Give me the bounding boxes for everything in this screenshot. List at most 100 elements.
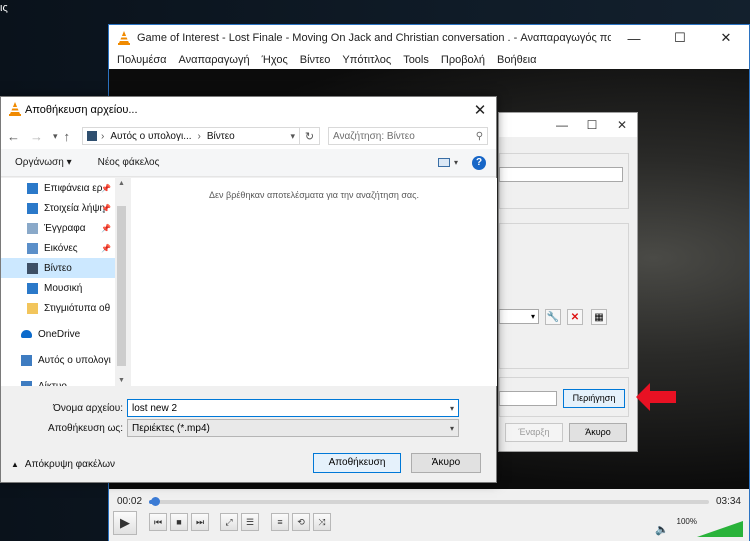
breadcrumb-chevron-icon: › — [197, 130, 201, 142]
volume-slider[interactable] — [697, 521, 743, 537]
sidebar-item[interactable]: Στοιχεία λήψη 📌 — [1, 198, 129, 218]
edit-profile-wrench-icon[interactable]: 🔧 — [545, 309, 561, 325]
convert-maximize-button[interactable]: ☐ — [577, 118, 607, 132]
pin-icon: 📌 — [101, 183, 111, 193]
sidebar-item[interactable]: Στιγμιότυπα οθ — [1, 298, 129, 318]
savetype-value: Περιέκτες (*.mp4) — [132, 422, 210, 434]
start-button[interactable]: Έναρξη — [505, 423, 563, 442]
breadcrumb-this-pc[interactable]: Αυτός ο υπολογι... — [110, 131, 191, 142]
sidebar-item-label: Δίκτυο — [38, 380, 67, 387]
loop-button[interactable]: ⟲ — [292, 513, 310, 531]
address-bar[interactable]: › Αυτός ο υπολογι... › Βίντεο ▾ — [82, 127, 301, 145]
red-arrow-annotation — [636, 383, 676, 411]
save-close-button[interactable]: ✕ — [464, 101, 496, 119]
savetype-dropdown-icon[interactable]: ▾ — [450, 424, 454, 433]
sidebar-item[interactable]: Εικόνες 📌 — [1, 238, 129, 258]
convert-close-button[interactable]: ✕ — [607, 118, 637, 132]
download-icon — [27, 202, 38, 214]
delete-profile-icon[interactable]: ✕ — [567, 309, 583, 325]
menu-help[interactable]: Βοήθεια — [497, 54, 536, 66]
sidebar-scrollbar[interactable]: ▲ ▼ — [115, 178, 129, 386]
vlc-cone-icon — [117, 31, 131, 45]
stop-button[interactable]: ■ — [170, 513, 188, 531]
new-profile-icon[interactable]: ▦ — [591, 309, 607, 325]
menu-view[interactable]: Προβολή — [441, 54, 485, 66]
sidebar-item[interactable]: Επιφάνεια ερ 📌 — [1, 178, 129, 198]
save-button[interactable]: Αποθήκευση — [313, 453, 401, 473]
dialog-toolbar: Οργάνωση ▾ Νέος φάκελος ▾ ? — [1, 149, 496, 177]
hide-folders-toggle[interactable]: ▲ Απόκρυψη φακέλων — [11, 459, 115, 470]
sidebar-item[interactable]: Βίντεο — [1, 258, 129, 278]
sidebar-item[interactable]: Δίκτυο — [1, 376, 129, 386]
sidebar-item[interactable]: Μουσική — [1, 278, 129, 298]
filename-input[interactable]: lost new 2 ▾ — [127, 399, 459, 417]
view-options-icon[interactable] — [437, 158, 450, 167]
chevron-up-icon: ▲ — [11, 460, 19, 469]
address-dropdown-icon[interactable]: ▾ — [291, 131, 296, 142]
organize-button[interactable]: Οργάνωση ▾ — [15, 157, 72, 168]
menu-media[interactable]: Πολυμέσα — [117, 54, 167, 66]
sidebar-item[interactable]: Έγγραφα 📌 — [1, 218, 129, 238]
sidebar-item[interactable]: OneDrive — [1, 324, 129, 344]
convert-minimize-button[interactable]: — — [547, 118, 577, 132]
scroll-down-icon[interactable]: ▼ — [118, 377, 125, 384]
browse-button[interactable]: Περιήγηση — [563, 389, 625, 408]
previous-button[interactable]: ⏮ — [149, 513, 167, 531]
network-icon — [21, 380, 32, 386]
volume-percent: 100% — [676, 517, 697, 526]
profile-select[interactable]: ▾ — [499, 309, 539, 324]
filename-dropdown-icon[interactable]: ▾ — [450, 404, 454, 413]
save-dialog-title: Αποθήκευση αρχείου... — [25, 104, 138, 116]
sidebar-item-label: OneDrive — [38, 328, 81, 340]
sidebar-item[interactable]: Αυτός ο υπολογι — [1, 350, 129, 370]
back-arrow-icon[interactable]: ← — [7, 129, 20, 144]
convert-cancel-button[interactable]: Άκυρο — [569, 423, 627, 442]
scroll-up-icon[interactable]: ▲ — [118, 180, 125, 187]
seek-bar[interactable] — [149, 497, 709, 506]
forward-arrow-icon[interactable]: → — [30, 129, 43, 144]
refresh-icon[interactable]: ↻ — [300, 127, 321, 145]
playlist-button[interactable]: ≡ — [271, 513, 289, 531]
savetype-select[interactable]: Περιέκτες (*.mp4) ▾ — [127, 419, 459, 437]
search-input[interactable]: Αναζήτηση: Βίντεο ⚲ — [328, 127, 489, 145]
speaker-icon[interactable]: 🔈 — [655, 523, 669, 536]
shuffle-button[interactable]: ⤨ — [313, 513, 331, 531]
seek-handle[interactable] — [150, 497, 160, 506]
file-list-area[interactable]: Δεν βρέθηκαν αποτελέσματα για την αναζήτ… — [131, 178, 497, 386]
menu-audio[interactable]: Ήχος — [262, 54, 288, 66]
scroll-thumb[interactable] — [117, 206, 126, 366]
empty-results-message: Δεν βρέθηκαν αποτελέσματα για την αναζήτ… — [209, 190, 419, 200]
extended-settings-button[interactable]: ☰ — [241, 513, 259, 531]
play-button[interactable]: ▶ — [113, 511, 137, 535]
pictures-icon — [27, 242, 38, 254]
vlc-titlebar[interactable]: Game of Interest - Lost Finale - Moving … — [109, 25, 749, 51]
breadcrumb-videos[interactable]: Βίντεο — [207, 131, 235, 142]
menu-video[interactable]: Βίντεο — [300, 54, 331, 66]
help-icon[interactable]: ? — [472, 155, 486, 170]
recent-chevron-icon[interactable]: ▾ — [53, 131, 58, 142]
convert-titlebar[interactable]: — ☐ ✕ — [499, 113, 637, 137]
fullscreen-button[interactable]: ⤢ — [220, 513, 238, 531]
filename-row: Όνομα αρχείου: lost new 2 ▾ — [1, 399, 459, 417]
menu-tools[interactable]: Tools — [403, 54, 429, 66]
minimize-button[interactable]: — — [611, 25, 657, 51]
next-button[interactable]: ⏭ — [191, 513, 209, 531]
destination-file-field[interactable] — [499, 391, 557, 406]
maximize-button[interactable]: ☐ — [657, 25, 703, 51]
menu-playback[interactable]: Αναπαραγωγή — [179, 54, 250, 66]
pin-icon: 📌 — [101, 203, 111, 213]
close-button[interactable]: ✕ — [703, 25, 749, 51]
up-arrow-icon[interactable]: ↑ — [64, 129, 71, 144]
view-dropdown-icon[interactable]: ▾ — [454, 158, 458, 167]
vlc-window-title: Game of Interest - Lost Finale - Moving … — [137, 32, 611, 44]
cancel-button[interactable]: Άκυρο — [411, 453, 481, 473]
save-file-dialog: Αποθήκευση αρχείου... ✕ ← → ▾ ↑ › Αυτός … — [0, 96, 497, 483]
filename-value: lost new 2 — [132, 402, 178, 414]
source-field[interactable] — [499, 167, 623, 182]
new-folder-button[interactable]: Νέος φάκελος — [98, 157, 160, 168]
sidebar-item-label: Επιφάνεια ερ — [44, 182, 103, 194]
menu-subtitle[interactable]: Υπότιτλος — [342, 54, 391, 66]
sidebar-item-label: Μουσική — [44, 282, 83, 294]
save-titlebar[interactable]: Αποθήκευση αρχείου... ✕ — [1, 97, 496, 123]
search-placeholder: Αναζήτηση: Βίντεο — [333, 130, 415, 142]
